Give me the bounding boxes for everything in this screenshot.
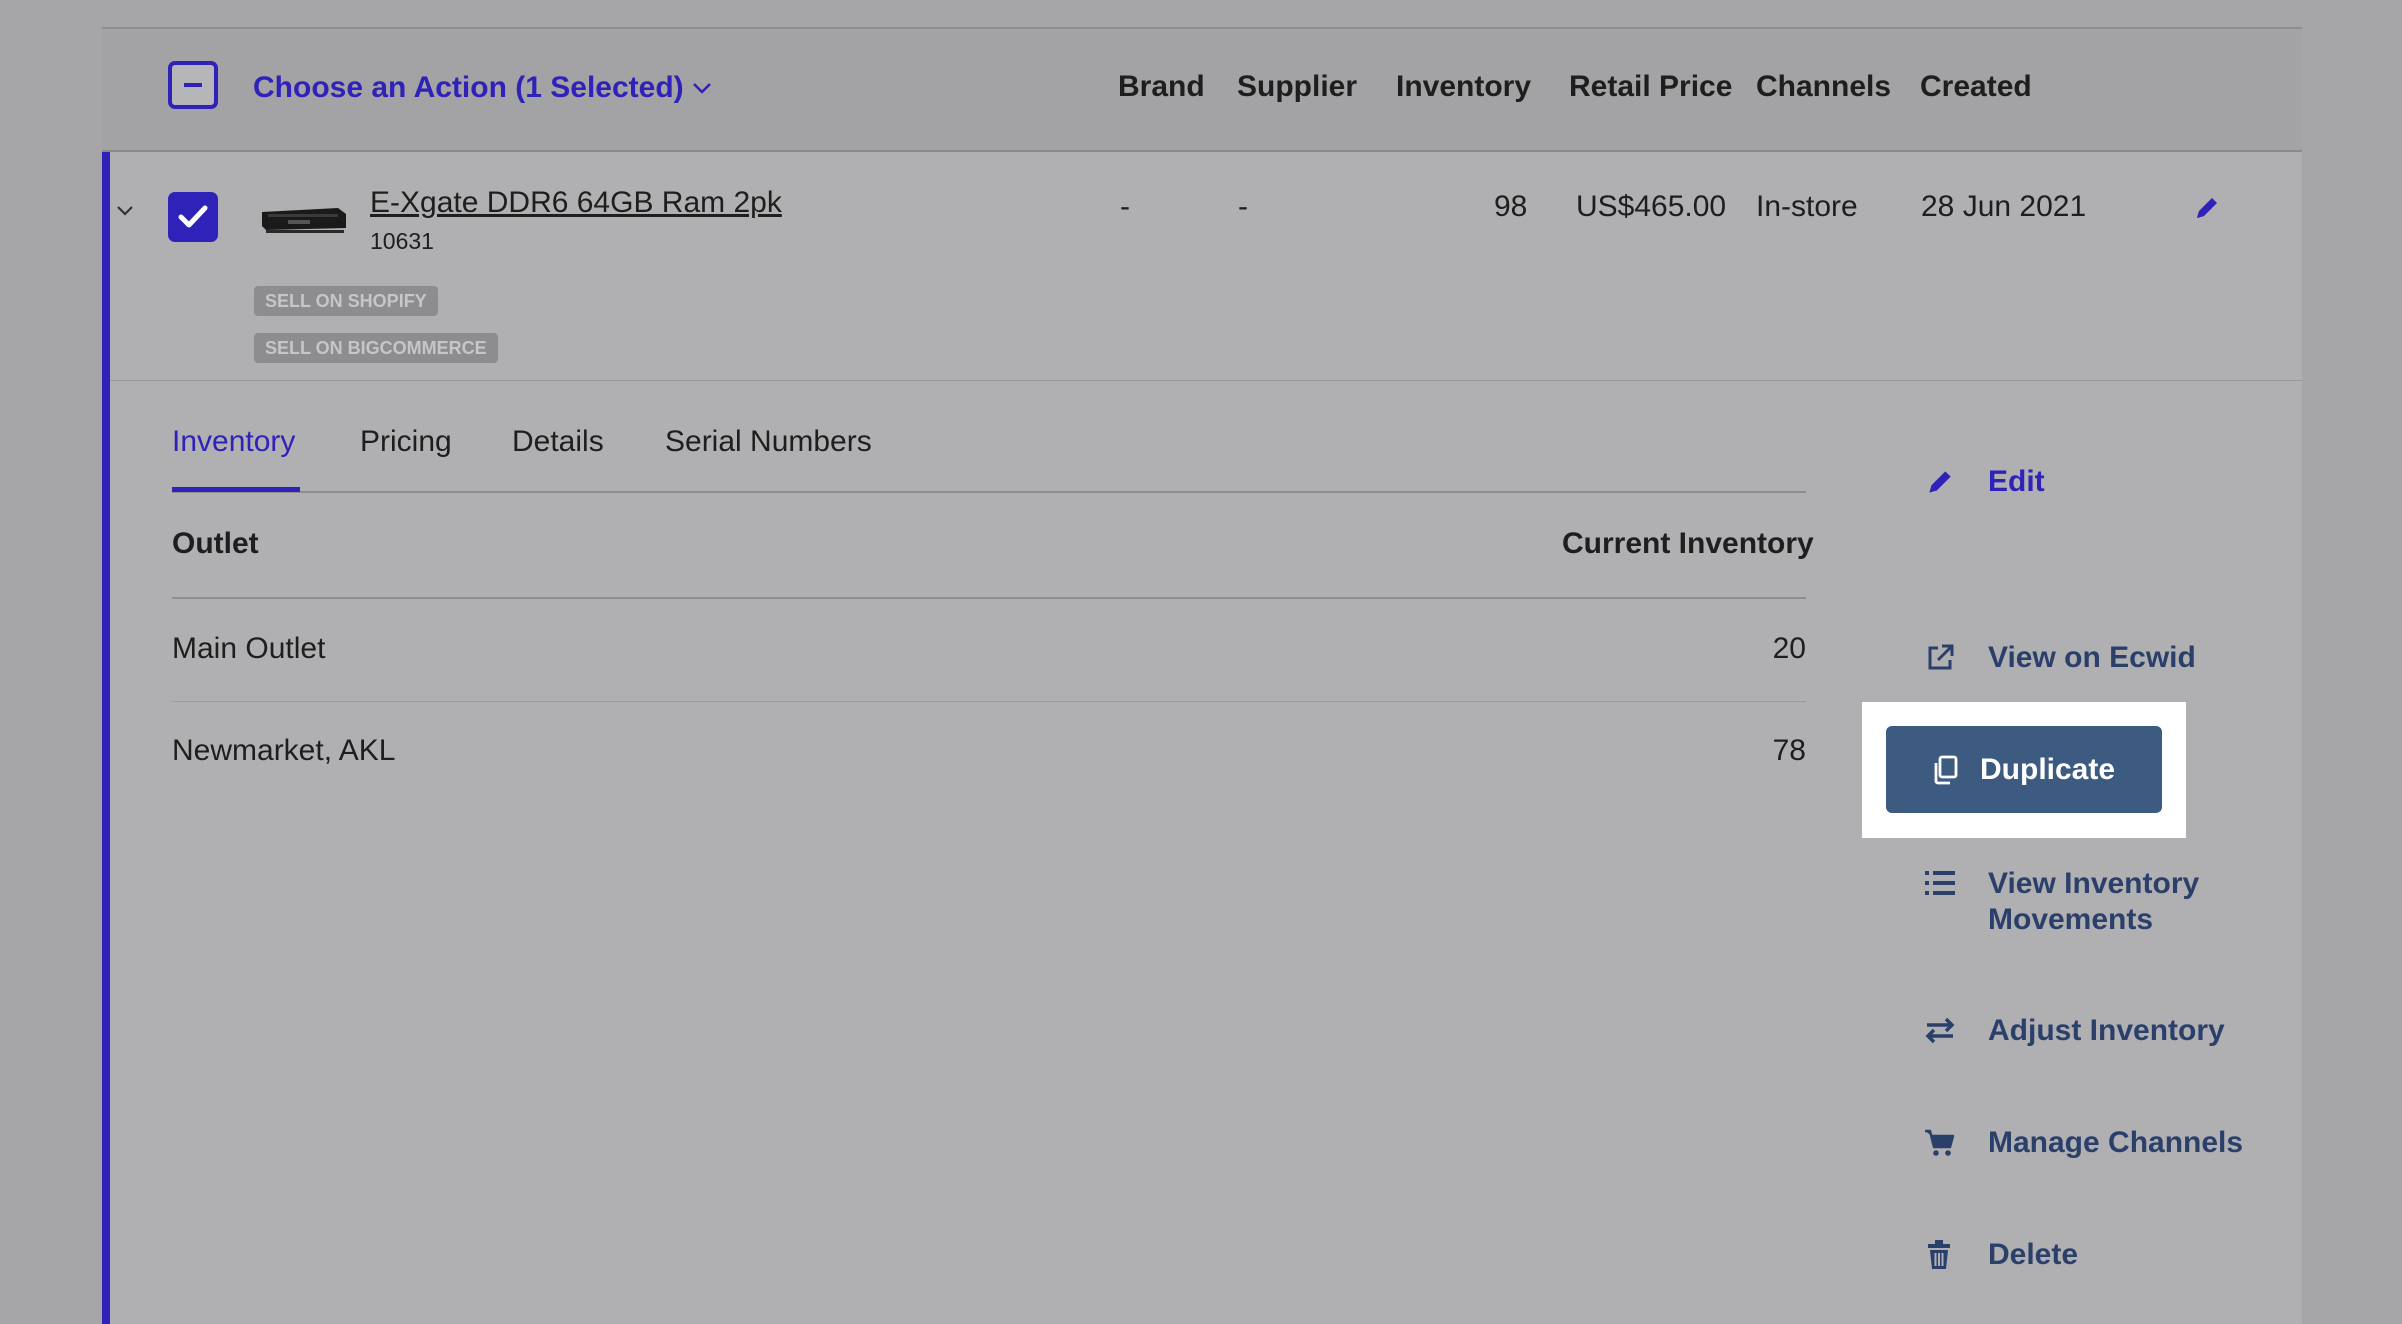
tab-serial-numbers[interactable]: Serial Numbers — [665, 425, 872, 459]
outlet-inventory: 78 — [1772, 734, 1806, 767]
row-select-checkbox[interactable] — [168, 192, 218, 242]
cell-inventory: 98 — [1494, 190, 1528, 223]
cell-supplier: - — [1238, 190, 1248, 223]
choose-action-dropdown[interactable]: Choose an Action (1 Selected) — [253, 66, 712, 110]
product-list-page: Choose an Action (1 Selected) Brand Supp… — [0, 0, 2402, 1324]
view-on-ecwid-label: View on Ecwid — [1988, 641, 2196, 674]
manage-channels-label: Manage Channels — [1988, 1126, 2244, 1159]
adjust-inventory-label: Adjust Inventory — [1988, 1014, 2225, 1047]
tab-pricing[interactable]: Pricing — [360, 425, 452, 459]
tab-details[interactable]: Details — [512, 425, 604, 459]
external-link-icon — [1924, 640, 1988, 674]
collapse-row-icon[interactable] — [116, 196, 134, 224]
view-inventory-movements-label-line2: Movements — [1988, 903, 2154, 936]
tabs-divider — [172, 491, 1806, 493]
adjust-inventory-action[interactable]: Adjust Inventory — [1924, 1013, 2225, 1049]
delete-action[interactable]: Delete — [1924, 1237, 2078, 1273]
product-sku: 10631 — [370, 228, 434, 254]
cell-retail-price: US$465.00 — [1576, 190, 1727, 223]
table-row-divider — [172, 701, 1806, 702]
cell-brand: - — [1120, 190, 1130, 223]
table-header-divider — [172, 597, 1806, 599]
column-header-inventory[interactable]: Inventory — [1396, 70, 1531, 104]
delete-label: Delete — [1988, 1238, 2079, 1271]
edit-label: Edit — [1988, 465, 2045, 498]
row-detail-divider — [110, 380, 2302, 381]
column-header-supplier[interactable]: Supplier — [1237, 70, 1357, 104]
duplicate-label: Duplicate — [1980, 752, 2116, 786]
tag-sell-on-bigcommerce: SELL ON BIGCOMMERCE — [254, 333, 498, 363]
product-thumbnail[interactable] — [258, 200, 350, 240]
product-name-link[interactable]: E-Xgate DDR6 64GB Ram 2pk — [370, 186, 782, 220]
chevron-down-icon — [692, 75, 712, 101]
current-inventory-header: Current Inventory — [1562, 527, 1814, 560]
active-tab-indicator — [172, 487, 300, 492]
swap-arrows-icon — [1924, 1013, 1988, 1045]
selected-row-accent — [102, 152, 110, 1324]
view-on-ecwid-action[interactable]: View on Ecwid — [1924, 640, 2196, 676]
row-edit-pencil-icon[interactable] — [2192, 193, 2222, 228]
column-header-brand[interactable]: Brand — [1118, 70, 1205, 104]
bulk-select-checkbox[interactable] — [168, 61, 218, 109]
cell-channels: In-store — [1756, 190, 1858, 223]
list-icon — [1924, 866, 1988, 898]
edit-action[interactable]: Edit — [1924, 464, 2045, 500]
view-inventory-movements-label-line1: View Inventory — [1988, 867, 2200, 900]
outlet-name: Main Outlet — [172, 632, 326, 665]
trash-icon — [1924, 1237, 1988, 1271]
outlet-name: Newmarket, AKL — [172, 734, 396, 767]
manage-channels-action[interactable]: Manage Channels — [1924, 1125, 2243, 1161]
cell-created: 28 Jun 2021 — [1921, 190, 2087, 223]
tag-sell-on-shopify: SELL ON SHOPIFY — [254, 286, 438, 316]
choose-action-label: Choose an Action (1 Selected) — [253, 71, 684, 104]
view-inventory-movements-action[interactable]: View Inventory Movements — [1924, 866, 2199, 938]
duplicate-icon — [1930, 754, 1960, 786]
cart-icon — [1924, 1125, 1988, 1157]
tab-inventory[interactable]: Inventory — [172, 425, 295, 459]
outlet-header: Outlet — [172, 527, 259, 560]
outlet-inventory: 20 — [1772, 632, 1806, 665]
column-header-channels[interactable]: Channels — [1756, 70, 1891, 104]
column-header-retail-price[interactable]: Retail Price — [1569, 70, 1732, 104]
checkmark-icon — [178, 205, 208, 228]
duplicate-button[interactable]: Duplicate — [1886, 726, 2162, 813]
pencil-icon — [1924, 464, 1988, 498]
minus-icon — [184, 83, 202, 87]
column-header-created[interactable]: Created — [1920, 70, 2032, 104]
